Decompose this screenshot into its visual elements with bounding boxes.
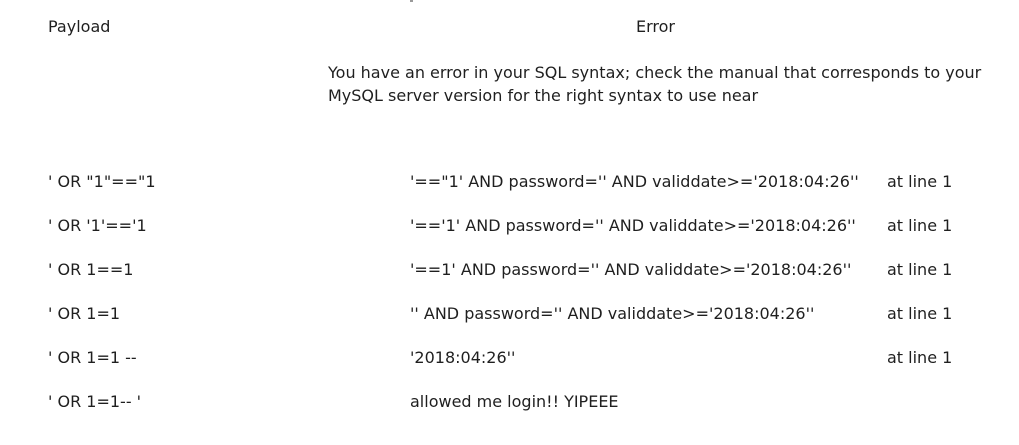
error-location-cell: at line 1 (887, 216, 953, 235)
error-fragment-cell: '=='1' AND password='' AND validdate>='2… (410, 216, 856, 235)
payload-cell: ' OR 1==1 (48, 260, 134, 279)
error-location-cell: at line 1 (887, 348, 953, 367)
error-fragment-cell: '' AND password='' AND validdate>='2018:… (410, 304, 815, 323)
error-fragment-cell: allowed me login!! YIPEEE (410, 392, 619, 411)
payload-cell: ' OR 1=1 -- (48, 348, 137, 367)
table-row: ' OR "1"=="1 '=="1' AND password='' AND … (0, 172, 1019, 194)
table-row: ' OR 1=1-- ' allowed me login!! YIPEEE (0, 392, 1019, 414)
top-edge-mark (410, 0, 413, 2)
payload-cell: ' OR '1'=='1 (48, 216, 147, 235)
sql-error-message: You have an error in your SQL syntax; ch… (328, 63, 982, 105)
table-row: ' OR 1=1 '' AND password='' AND validdat… (0, 304, 1019, 326)
error-fragment-cell: '=="1' AND password='' AND validdate>='2… (410, 172, 859, 191)
error-location-cell: at line 1 (887, 304, 953, 323)
error-location-cell: at line 1 (887, 172, 953, 191)
error-fragment-cell: '==1' AND password='' AND validdate>='20… (410, 260, 852, 279)
error-location-cell: at line 1 (887, 260, 953, 279)
table-row: ' OR '1'=='1 '=='1' AND password='' AND … (0, 216, 1019, 238)
payload-cell: ' OR "1"=="1 (48, 172, 156, 191)
payload-cell: ' OR 1=1-- ' (48, 392, 142, 411)
error-column-header: Error (636, 17, 675, 36)
payload-cell: ' OR 1=1 (48, 304, 121, 323)
table-row: ' OR 1=1 -- '2018:04:26'' at line 1 (0, 348, 1019, 370)
table-row: ' OR 1==1 '==1' AND password='' AND vali… (0, 260, 1019, 282)
error-fragment-cell: '2018:04:26'' (410, 348, 516, 367)
payload-column-header: Payload (48, 17, 111, 36)
